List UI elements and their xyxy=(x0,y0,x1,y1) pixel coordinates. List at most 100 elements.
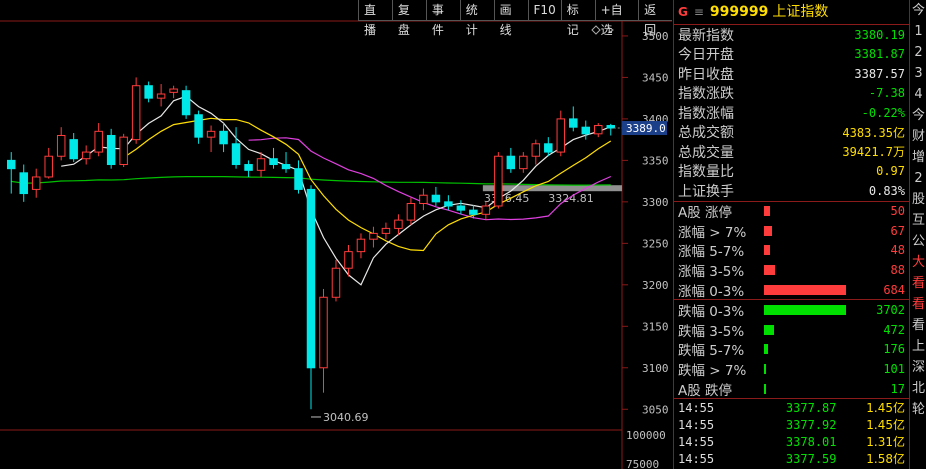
toolbar-button-2[interactable]: 事件 xyxy=(425,0,460,37)
tick-row: 14:55 3377.59 1.58亿 xyxy=(674,450,910,467)
current-price-label: 3389.0 xyxy=(626,122,666,135)
dist-value: 48 xyxy=(890,243,905,258)
y-tick-label: 3450 xyxy=(642,71,669,84)
candle-body xyxy=(356,238,366,253)
edge-tab[interactable]: 2 xyxy=(910,168,926,189)
edge-tab[interactable]: 1 xyxy=(910,21,926,42)
edge-tab[interactable]: 大 xyxy=(910,252,926,273)
stat-row: 最新指数 3380.19 xyxy=(674,25,910,45)
dist-label: 涨幅 0-3% xyxy=(678,283,745,300)
stat-value: -7.38 xyxy=(868,86,905,101)
dist-value: 17 xyxy=(890,381,905,396)
edge-tab[interactable]: 3 xyxy=(910,63,926,84)
edge-tab[interactable]: 4 xyxy=(910,84,926,105)
stat-value: 3387.57 xyxy=(854,66,905,81)
toolbar-button-1[interactable]: 复盘 xyxy=(391,0,426,37)
y-tick-label: 3300 xyxy=(642,196,669,209)
dist-bar xyxy=(764,206,770,217)
dist-bar xyxy=(764,324,775,335)
edge-tab[interactable]: 2 xyxy=(910,42,926,63)
candle-body xyxy=(94,130,103,153)
edge-tab[interactable]: 轮 xyxy=(910,399,926,420)
toolbar-button-8[interactable]: 返回 xyxy=(638,0,672,37)
dist-label: A股 跌停 xyxy=(678,382,733,399)
y-tick-label: 3100 xyxy=(642,362,669,375)
dist-bar xyxy=(764,344,768,355)
stat-value: -0.22% xyxy=(861,105,905,120)
toolbar-button-3[interactable]: 统计 xyxy=(459,0,494,37)
candle-body xyxy=(219,130,228,145)
tick-time: 14:55 xyxy=(678,451,715,466)
edge-tab[interactable]: 财 xyxy=(910,126,926,147)
stat-row: 指数涨幅 -0.22% xyxy=(674,103,910,123)
edge-tab[interactable]: 看 xyxy=(910,294,926,315)
candle-body xyxy=(519,155,528,170)
edge-tab[interactable]: 互 xyxy=(910,210,926,231)
stat-label: 指数涨幅 xyxy=(678,105,734,122)
candle-body xyxy=(344,251,353,269)
candle-body xyxy=(319,296,328,369)
toolbar-button-7[interactable]: +自选 xyxy=(594,0,639,37)
candle-body xyxy=(194,114,203,138)
candle-body xyxy=(181,90,191,116)
stat-row: 上证换手 0.83% xyxy=(674,181,910,201)
edge-tab[interactable]: 看 xyxy=(910,273,926,294)
candle-body xyxy=(69,139,78,160)
candle-body xyxy=(306,188,316,369)
candle-body xyxy=(231,143,241,166)
candle-body xyxy=(431,194,441,203)
dist-bar-track xyxy=(764,244,861,256)
toolbar-button-6[interactable]: 标记 xyxy=(560,0,595,37)
dist-row: 跌幅 > 7% 101 xyxy=(674,359,910,379)
candle-body xyxy=(531,143,541,157)
tick-price: 3377.87 xyxy=(785,400,837,415)
edge-tab[interactable]: 公 xyxy=(910,231,926,252)
edge-tab[interactable]: 股 xyxy=(910,189,926,210)
candle-body xyxy=(381,227,391,234)
stat-label: 今日开盘 xyxy=(678,47,734,64)
candle-body xyxy=(419,194,428,205)
dist-bar xyxy=(764,245,770,256)
candle-body xyxy=(456,205,466,211)
edge-tab[interactable]: 今 xyxy=(910,105,926,126)
kline-chart[interactable]: 3500345034003350330032503200315031003050… xyxy=(0,0,672,469)
edge-tab[interactable]: 增 xyxy=(910,147,926,168)
toolbar-button-5[interactable]: F10 xyxy=(527,0,561,21)
candle-body xyxy=(569,118,578,128)
tick-row: 14:55 3378.01 1.31亿 xyxy=(674,433,910,450)
dist-bar xyxy=(764,265,775,276)
tick-amount: 1.45亿 xyxy=(866,418,905,433)
stat-label: 指数量比 xyxy=(678,164,734,181)
stat-label: 最新指数 xyxy=(678,27,734,44)
dist-row: 跌幅 3-5% 472 xyxy=(674,320,910,340)
dist-value: 50 xyxy=(890,204,905,219)
candle-body xyxy=(256,158,266,171)
candle-body xyxy=(144,85,153,99)
candle-body xyxy=(131,85,141,141)
kline-chart-area[interactable]: 3500345034003350330032503200315031003050… xyxy=(0,0,672,469)
stat-label: 总成交额 xyxy=(678,125,734,142)
dist-value: 472 xyxy=(883,322,905,337)
toolbar-button-4[interactable]: 画线 xyxy=(493,0,528,37)
menu-icon[interactable]: ≡ xyxy=(694,0,704,24)
edge-tab[interactable]: 北 xyxy=(910,378,926,399)
candle-body xyxy=(156,93,166,99)
edge-tab[interactable]: 今 xyxy=(910,0,926,21)
tick-list: 14:55 3377.87 1.45亿 14:55 3377.92 1.45亿 14:55 3… xyxy=(674,398,910,467)
edge-tab[interactable]: 深 xyxy=(910,357,926,378)
stat-label: 总成交量 xyxy=(678,144,734,161)
edge-tab[interactable]: 上 xyxy=(910,336,926,357)
candle-body xyxy=(244,164,253,171)
edge-tab[interactable]: 看 xyxy=(910,315,926,336)
candle-body xyxy=(269,158,278,166)
toolbar-button-0[interactable]: 直播 xyxy=(358,0,392,37)
index-name: 上证指数 xyxy=(772,4,829,20)
dist-bar xyxy=(764,225,773,236)
g-badge[interactable]: G xyxy=(678,0,688,24)
y-tick-label: 3350 xyxy=(642,154,669,167)
chart-toolbar: 直播 复盘 事件 统计 画线 F10 标记 +自选 返回 xyxy=(358,0,672,37)
advance-distribution: A股 涨停 50 涨幅 > 7% 67 涨幅 5-7% 48 涨幅 3-5% 88 涨幅 0-3… xyxy=(674,200,910,300)
candle-body xyxy=(206,130,216,138)
tick-time: 14:55 xyxy=(678,417,715,432)
dist-row: 涨幅 0-3% 684 xyxy=(674,280,910,300)
